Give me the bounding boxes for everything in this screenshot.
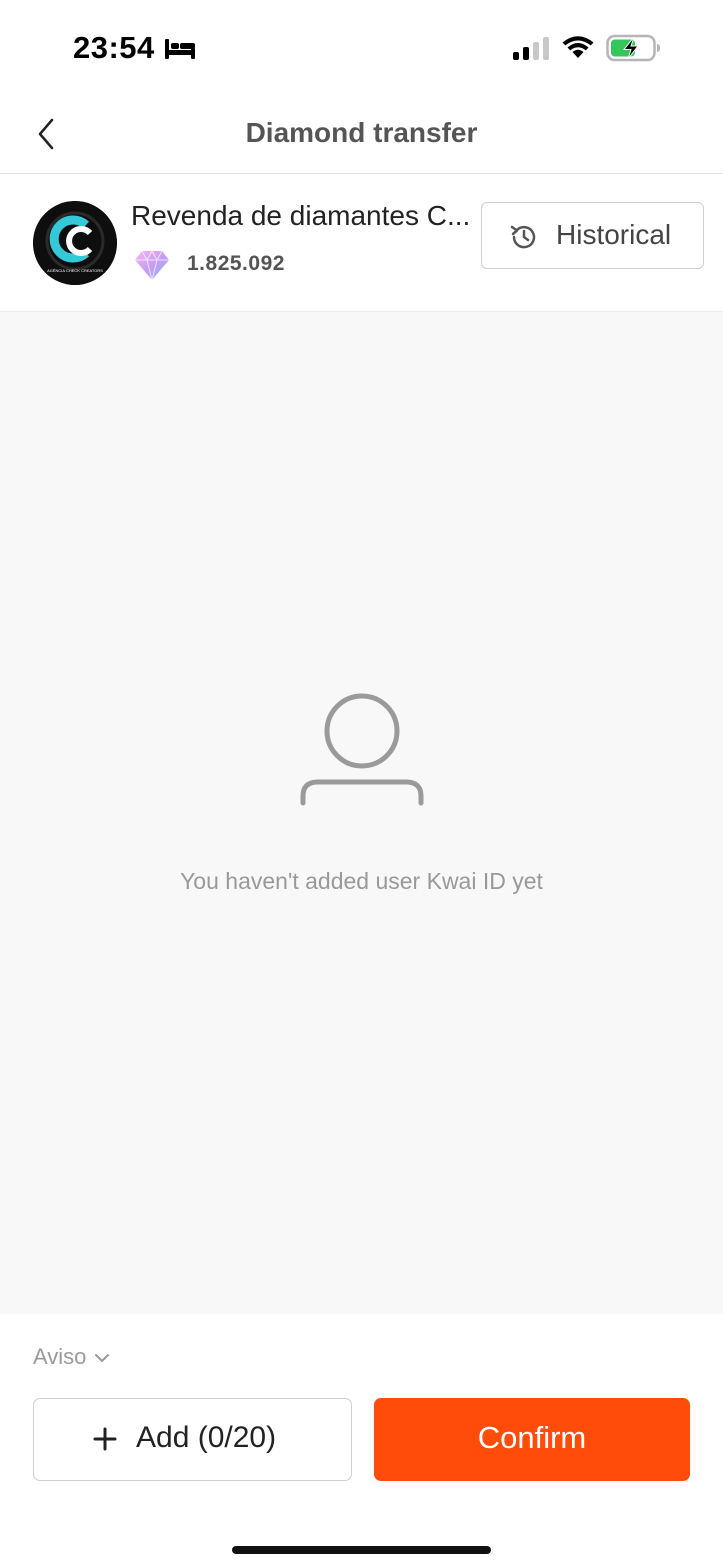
add-user-button[interactable]: Add (0/20) [33, 1398, 352, 1481]
user-outline-icon [300, 693, 424, 806]
empty-state-message: You haven't added user Kwai ID yet [180, 868, 543, 894]
confirm-button[interactable]: Confirm [374, 1398, 690, 1481]
diamond-icon [135, 249, 169, 281]
account-card: AGÊNCIA CHECK CREATORS Revenda de diaman… [0, 174, 723, 312]
home-indicator [232, 1546, 491, 1554]
account-name: Revenda de diamantes C... [131, 200, 471, 231]
add-user-label: Add (0/20) [136, 1421, 277, 1454]
battery-charging-icon [606, 34, 660, 62]
aviso-label: Aviso [33, 1344, 87, 1369]
chevron-down-icon [95, 1354, 110, 1363]
agency-logo: AGÊNCIA CHECK CREATORS [33, 201, 117, 285]
avatar: AGÊNCIA CHECK CREATORS [33, 201, 117, 285]
bed-icon [165, 39, 195, 59]
historical-button[interactable]: Historical [481, 202, 704, 269]
history-clock-icon [510, 225, 536, 249]
plus-icon [93, 1427, 117, 1451]
page-title: Diamond transfer [245, 117, 478, 148]
confirm-label: Confirm [477, 1420, 587, 1455]
diamond-balance: 1.825.092 [187, 252, 285, 275]
cellular-signal-icon [513, 37, 549, 60]
bottom-action-bar: Aviso Add (0/20) Confirm [0, 1314, 723, 1567]
wifi-icon [562, 36, 594, 58]
status-time: 23:54 [73, 30, 155, 65]
avatar-text: AGÊNCIA CHECK CREATORS [47, 268, 103, 273]
aviso-dropdown[interactable]: Aviso [33, 1344, 110, 1370]
nav-bar: Diamond transfer [0, 95, 723, 174]
user-list-area: You haven't added user Kwai ID yet [0, 312, 723, 1314]
status-bar: 23:54 [0, 0, 723, 95]
historical-label: Historical [556, 219, 672, 250]
